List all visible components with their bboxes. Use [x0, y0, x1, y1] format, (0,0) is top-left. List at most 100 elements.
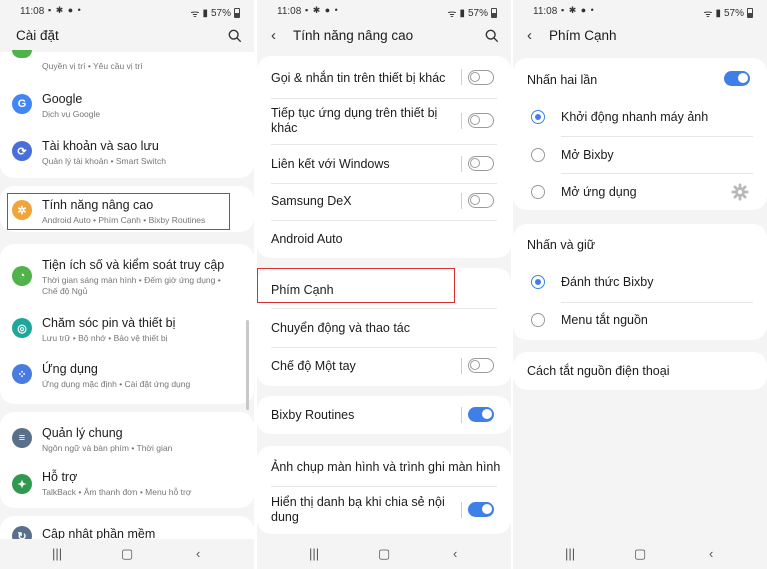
settings-item-google[interactable]: G Google Dịch vụ Google	[0, 82, 254, 128]
settings-item-general-management[interactable]: ≡ Quản lý chung Ngôn ngữ và bàn phím • T…	[0, 416, 254, 462]
settings-item-accessibility[interactable]: ✦ Hỗ trợ TalkBack • Âm thanh đơn • Menu …	[0, 462, 254, 508]
accessibility-icon: ✦	[12, 474, 32, 494]
side-key-screen: 11:08 ▪ ✱ ● • ᯤ ▮ 57% ‹ Phím Cạnh Nhấn h…	[513, 0, 767, 569]
settings-item-label: Chăm sóc pin và thiết bị	[42, 316, 176, 330]
home-icon[interactable]: ▢	[121, 546, 133, 562]
settings-item-sub: Ngôn ngữ và bàn phím • Thời gian	[42, 443, 173, 453]
toggle-switch[interactable]	[468, 407, 494, 422]
back-icon[interactable]: ‹	[527, 27, 532, 44]
notification-icons: ▪ ✱ ● •	[48, 5, 82, 15]
option-label: Đánh thức Bixby	[561, 275, 654, 289]
sharing-group: Ảnh chụp màn hình và trình ghi màn hình …	[257, 446, 511, 534]
page-title: Phím Cạnh	[549, 28, 617, 43]
back-nav-icon[interactable]: ‹	[709, 546, 713, 561]
radio-button[interactable]	[531, 110, 545, 124]
list-item-continue-apps[interactable]: Tiếp tục ứng dụng trên thiết bị khác	[257, 99, 511, 143]
option-label: Menu tắt nguồn	[561, 313, 648, 327]
signal-icon: ▮	[459, 7, 465, 19]
double-press-toggle[interactable]	[724, 71, 750, 86]
list-item-android-auto[interactable]: Android Auto	[257, 221, 511, 257]
toggle-switch[interactable]	[468, 156, 494, 171]
toggle-switch[interactable]	[468, 113, 494, 128]
page-title: Cài đặt	[16, 28, 59, 43]
highlight-box	[7, 193, 230, 230]
search-icon[interactable]	[485, 29, 499, 43]
battery-percent: 57%	[210, 7, 231, 19]
item-label: Chuyển động và thao tác	[271, 321, 410, 335]
battery-percent: 57%	[723, 7, 744, 19]
settings-screen: 11:08 ▪ ✱ ● • ᯤ ▮ 57% Cài đặt Quyền vị t…	[0, 0, 254, 569]
settings-item-device-care[interactable]: ◎ Chăm sóc pin và thiết bị Lưu trữ • Bộ …	[0, 306, 254, 352]
recents-icon[interactable]: |||	[309, 546, 319, 561]
signal-icon: ▮	[202, 7, 208, 19]
settings-item-label: Google	[42, 92, 83, 106]
radio-option-bixby[interactable]: Mở Bixby	[513, 137, 767, 173]
settings-item-accounts[interactable]: ⟳ Tài khoản và sao lưu Quản lý tài khoản…	[0, 128, 254, 176]
settings-item-label: Hỗ trợ	[42, 470, 78, 484]
item-label: Android Auto	[271, 232, 343, 246]
home-icon[interactable]: ▢	[634, 546, 646, 562]
back-nav-icon[interactable]: ‹	[453, 546, 457, 561]
advanced-features-screen: 11:08 ▪ ✱ ● • ᯤ ▮ 57% ‹ Tính năng nâng c…	[257, 0, 511, 569]
status-right: ᯤ ▮ 57%	[703, 6, 753, 20]
settings-item-digital-wellbeing[interactable]: ◔ Tiện ích số và kiểm soát truy cập Thời…	[0, 254, 254, 304]
radio-option-open-app[interactable]: Mở ứng dụng	[513, 174, 767, 210]
section-label: Nhấn và giữ	[527, 238, 596, 252]
item-label: Liên kết với Windows	[271, 157, 390, 171]
sync-icon: ⟳	[12, 141, 32, 161]
connectivity-group: Gọi & nhắn tin trên thiết bị khác Tiếp t…	[257, 56, 511, 258]
option-label: Khởi động nhanh máy ảnh	[561, 110, 709, 124]
toggle-switch[interactable]	[468, 193, 494, 208]
status-right: ᯤ ▮ 57%	[190, 6, 240, 20]
settings-item-sub: Lưu trữ • Bộ nhớ • Bảo vệ thiết bị	[42, 333, 168, 343]
toggle-switch[interactable]	[468, 358, 494, 373]
separator	[461, 193, 462, 209]
list-item-one-handed[interactable]: Chế độ Một tay	[257, 348, 511, 386]
nav-bar: ||| ▢ ‹	[513, 539, 767, 569]
apps-icon: ⁘	[12, 364, 32, 384]
location-icon	[12, 50, 32, 58]
list-item-bixby-routines[interactable]: Bixby Routines	[257, 396, 511, 434]
radio-button[interactable]	[531, 148, 545, 162]
back-nav-icon[interactable]: ‹	[196, 546, 200, 561]
list-item-show-contacts[interactable]: Hiển thị danh bạ khi chia sẻ nội dung	[257, 487, 511, 533]
list-item-calls-texts[interactable]: Gọi & nhắn tin trên thiết bị khác	[257, 56, 511, 98]
section-label: Nhấn hai lần	[527, 73, 598, 87]
list-item-link-windows[interactable]: Liên kết với Windows	[257, 145, 511, 183]
status-time: 11:08	[20, 6, 45, 17]
list-item-samsung-dex[interactable]: Samsung DeX	[257, 184, 511, 220]
back-icon[interactable]: ‹	[271, 27, 276, 44]
search-icon[interactable]	[228, 29, 242, 43]
settings-item-sub: Thời gian sáng màn hình • Đếm giờ ứng dụ…	[42, 275, 221, 296]
scrollbar[interactable]	[246, 320, 249, 410]
status-time: 11:08	[533, 6, 558, 17]
home-icon[interactable]: ▢	[378, 546, 390, 562]
list-item-motions[interactable]: Chuyển động và thao tác	[257, 309, 511, 347]
sliders-icon: ≡	[12, 428, 32, 448]
item-label: Cách tắt nguồn điện thoại	[527, 364, 670, 378]
radio-button[interactable]	[531, 313, 545, 327]
settings-item-apps[interactable]: ⁘ Ứng dụng Ứng dụng mặc định • Cài đặt ứ…	[0, 352, 254, 398]
recents-icon[interactable]: |||	[52, 546, 62, 561]
item-label: Samsung DeX	[271, 194, 352, 208]
radio-button[interactable]	[531, 275, 545, 289]
settings-group-device: ◔ Tiện ích số và kiểm soát truy cập Thời…	[0, 244, 254, 404]
toggle-switch[interactable]	[468, 502, 494, 517]
double-press-header[interactable]: Nhấn hai lần	[513, 58, 767, 98]
radio-option-camera[interactable]: Khởi động nhanh máy ảnh	[513, 98, 767, 136]
list-item-screenshots[interactable]: Ảnh chụp màn hình và trình ghi màn hình	[257, 446, 511, 486]
option-label: Mở Bixby	[561, 148, 614, 162]
list-item-power-off[interactable]: Cách tắt nguồn điện thoại	[513, 352, 767, 390]
recents-icon[interactable]: |||	[565, 546, 575, 561]
radio-button[interactable]	[531, 185, 545, 199]
battery-icon	[747, 8, 753, 18]
toggle-switch[interactable]	[468, 70, 494, 85]
radio-option-power-menu[interactable]: Menu tắt nguồn	[513, 303, 767, 339]
separator	[461, 358, 462, 374]
status-time: 11:08	[277, 6, 302, 17]
status-right: ᯤ ▮ 57%	[447, 6, 497, 20]
settings-item-sub: TalkBack • Âm thanh đơn • Menu hỗ trợ	[42, 487, 192, 497]
gear-icon[interactable]	[731, 183, 749, 201]
item-label: Tiếp tục ứng dụng trên thiết bị khác	[271, 106, 438, 135]
radio-option-wake-bixby[interactable]: Đánh thức Bixby	[513, 264, 767, 302]
